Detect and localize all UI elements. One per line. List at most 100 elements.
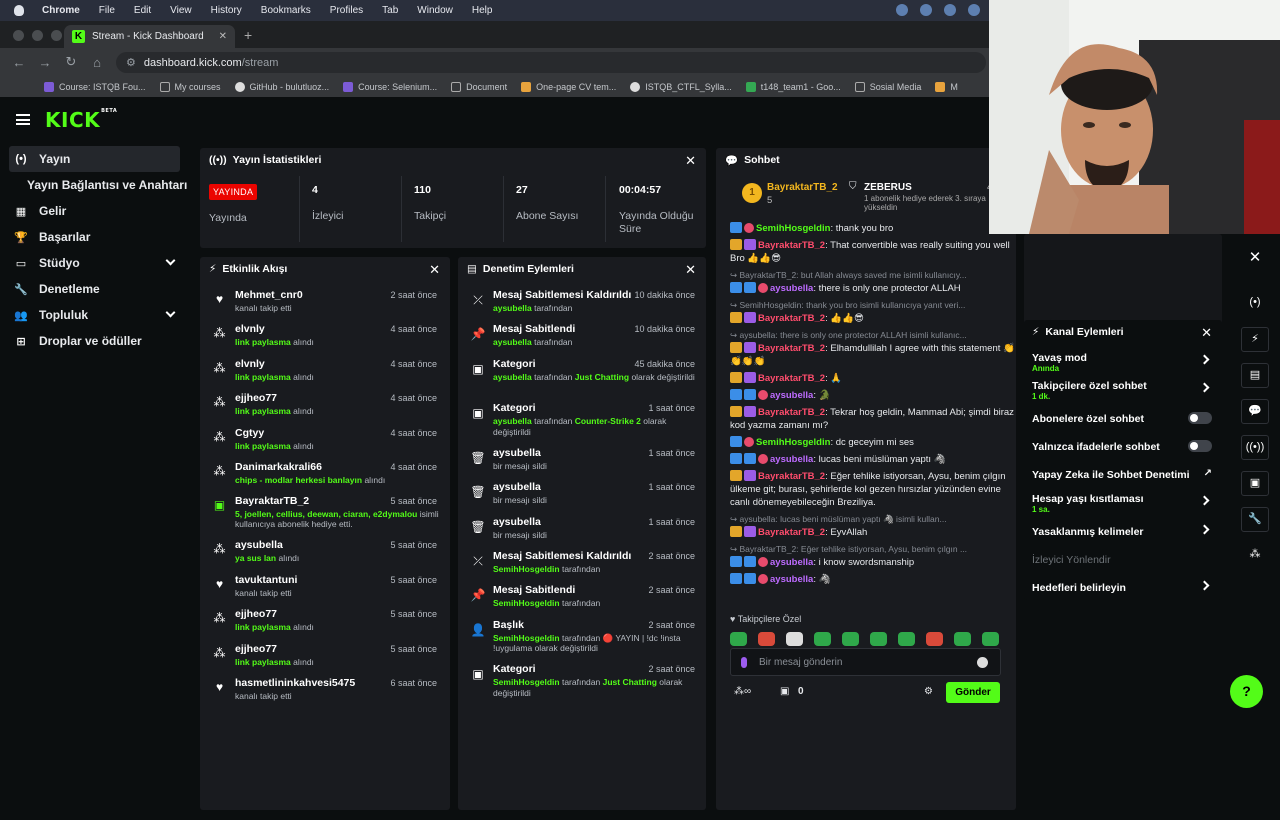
menu-chrome[interactable]: Chrome — [42, 5, 80, 16]
banned-words[interactable]: Yasaklanmış kelimeler — [1024, 518, 1222, 546]
close-icon[interactable]: ✕ — [1201, 325, 1212, 341]
slow-mode[interactable]: Yavaş mod Anında — [1024, 348, 1222, 376]
chat-message[interactable]: BayraktarTB_2: Eğer tehlike istiyorsan, … — [730, 470, 1016, 509]
chat-message[interactable]: aysubella: 🐊 — [730, 389, 1016, 402]
apple-icon[interactable] — [14, 5, 24, 16]
chat-username[interactable]: BayraktarTB_2 — [758, 471, 825, 482]
maximize-window-icon[interactable] — [51, 30, 62, 41]
activity-row[interactable]: ⁂ Cgtyy 4 saat önce link paylasma alındı — [200, 423, 450, 457]
menu-tab[interactable]: Tab — [382, 5, 398, 16]
menu-history[interactable]: History — [211, 5, 242, 16]
home-icon[interactable]: ⌂ — [90, 55, 104, 70]
mic-icon[interactable] — [741, 656, 747, 668]
sidebar-item-stream-key[interactable]: Yayın Bağlantısı ve Anahtarı — [0, 172, 190, 198]
menu-window[interactable]: Window — [417, 5, 453, 16]
moderation-row[interactable]: ⤫ Mesaj Sabitlemesi Kaldırıldı 2 saat önce… — [458, 546, 706, 580]
set-goals[interactable]: Hedefleri belirleyin — [1024, 574, 1222, 600]
wrench-icon[interactable]: 🔧 — [1241, 507, 1269, 532]
moderation-row[interactable]: ▣ Kategori 2 saat önce SemihHosgeldin taraf… — [458, 659, 706, 704]
new-tab-icon[interactable]: + — [244, 27, 252, 43]
menu-file[interactable]: File — [99, 5, 115, 16]
menu-icon[interactable] — [16, 114, 30, 125]
bookmark-item[interactable]: One-page CV tem... — [521, 81, 616, 92]
activity-row[interactable]: ♥ hasmetlininkahvesi5475 6 saat önce kanalı… — [200, 673, 450, 707]
bookmark-item[interactable]: Sosial Media — [854, 81, 921, 92]
kick-logo[interactable]: KICKBETA — [45, 108, 117, 132]
emote[interactable] — [730, 632, 747, 646]
chat-username[interactable]: BayraktarTB_2 — [758, 527, 825, 538]
reload-icon[interactable]: ↻ — [64, 54, 78, 70]
chat-message[interactable]: BayraktarTB_2: 👍👍😎 — [730, 312, 1016, 325]
menu-edit[interactable]: Edit — [134, 5, 151, 16]
chat-username[interactable]: SemihHosgeldin — [756, 223, 830, 234]
chat-message[interactable]: BayraktarTB_2: EyvAllah — [730, 526, 1016, 539]
emote[interactable] — [758, 632, 775, 646]
chat-icon[interactable]: 💬 — [1241, 399, 1269, 424]
activity-row[interactable]: ⁂ aysubella 5 saat önce ya sus lan alındı — [200, 535, 450, 569]
activity-row[interactable]: ⁂ ejjheo77 5 saat önce link paylasma alındı — [200, 639, 450, 673]
moderation-row[interactable]: ⤫ Mesaj Sabitlemesi Kaldırıldı 10 dakika ö… — [458, 285, 706, 319]
close-icon[interactable]: ✕ — [429, 262, 440, 278]
minimize-window-icon[interactable] — [32, 30, 43, 41]
chat-input[interactable]: Bir mesaj gönderin — [730, 648, 1001, 676]
points-icon[interactable]: ⁂∞ — [734, 686, 751, 697]
moderation-row[interactable]: ▣ Kategori 1 saat önce aysubella tarafından… — [458, 398, 706, 443]
bookmark-item[interactable]: My courses — [159, 81, 221, 92]
emoji-icon[interactable] — [977, 657, 988, 668]
gift-icon[interactable]: ▣ — [780, 686, 789, 697]
ai-moderation[interactable]: Yapay Zeka ile Sohbet Denetimi ↗ — [1024, 461, 1222, 489]
bookmark-item[interactable]: ISTQB_CTFL_Sylla... — [630, 81, 732, 92]
moderation-row[interactable]: 🗑 aysubella 1 saat önce bir mesajı sildi — [458, 512, 706, 546]
broadcast-icon[interactable]: (•) — [1241, 291, 1269, 316]
emote[interactable] — [814, 632, 831, 646]
chat-username[interactable]: aysubella — [770, 574, 813, 585]
chat-message[interactable]: BayraktarTB_2: That convertible was real… — [730, 239, 1016, 265]
help-button[interactable]: ? — [1230, 675, 1263, 708]
chat-username[interactable]: BayraktarTB_2 — [758, 313, 825, 324]
chat-username[interactable]: BayraktarTB_2 — [758, 373, 825, 384]
close-tab-icon[interactable]: ✕ — [219, 31, 227, 42]
category-icon[interactable]: ▣ — [1241, 471, 1269, 496]
menu-profiles[interactable]: Profiles — [330, 5, 363, 16]
chat-message[interactable]: aysubella: i know swordsmanship — [730, 556, 1016, 569]
activity-row[interactable]: ⁂ Danimarkakrali66 4 saat önce chips - modl… — [200, 457, 450, 491]
chat-username[interactable]: SemihHosgeldin — [756, 437, 830, 448]
chat-message[interactable]: aysubella: there is only one protector A… — [730, 282, 1016, 295]
toggle[interactable] — [1188, 439, 1212, 452]
tray-icon[interactable] — [944, 4, 956, 16]
emote[interactable] — [786, 632, 803, 646]
site-settings-icon[interactable]: ⚙ — [126, 56, 136, 69]
menu-bookmarks[interactable]: Bookmarks — [261, 5, 311, 16]
moderation-row[interactable]: 👤 Başlık 2 saat önce SemihHosgeldin tarafın… — [458, 615, 706, 660]
emote[interactable] — [982, 632, 999, 646]
moderation-row[interactable]: 🗑 aysubella 1 saat önce bir mesajı sildi — [458, 477, 706, 511]
emote[interactable] — [842, 632, 859, 646]
subscribers-only-chat[interactable]: Abonelere özel sohbet — [1024, 405, 1222, 433]
moderation-row[interactable]: 📌 Mesaj Sabitlendi 10 dakika önce aysubella… — [458, 319, 706, 353]
close-icon[interactable]: ✕ — [1241, 246, 1269, 271]
address-bar[interactable]: ⚙ dashboard.kick.com/stream — [116, 52, 986, 73]
chat-message[interactable]: BayraktarTB_2: 🙏 — [730, 372, 1016, 385]
bookmark-item[interactable]: M — [935, 81, 958, 92]
leader-2-name[interactable]: ZEBERUS — [864, 182, 912, 193]
sidebar-item-yayin[interactable]: (•) Yayın — [9, 146, 180, 172]
sidebar-item-droplar[interactable]: ⊞ Droplar ve ödüller — [0, 328, 190, 354]
activity-row[interactable]: ⁂ ejjheo77 5 saat önce link paylasma alındı — [200, 604, 450, 638]
bookmark-item[interactable]: Document — [451, 81, 507, 92]
activity-row[interactable]: ▣ BayraktarTB_2 5 saat önce 5, joellen, cel… — [200, 491, 450, 535]
moderation-row[interactable]: 📌 Mesaj Sabitlendi 2 saat önce SemihHosgeld… — [458, 580, 706, 614]
sidebar-item-basarilar[interactable]: 🏆 Başarılar — [0, 224, 190, 250]
chat-message[interactable]: SemihHosgeldin: thank you bro — [730, 222, 1016, 235]
chat-message[interactable]: aysubella: 🦓 — [730, 573, 1016, 586]
chat-username[interactable]: BayraktarTB_2 — [758, 407, 825, 418]
sidebar-item-studyo[interactable]: ▭ Stüdyo — [0, 250, 190, 276]
moderation-row[interactable]: 🗑 aysubella 1 saat önce bir mesajı sildi — [458, 443, 706, 477]
followers-only-chat[interactable]: Takipçilere özel sohbet 1 dk. — [1024, 376, 1222, 404]
chat-username[interactable]: aysubella — [770, 283, 813, 294]
activity-row[interactable]: ⁂ ejjheo77 4 saat önce link paylasma alındı — [200, 388, 450, 422]
sidebar-item-topluluk[interactable]: 👥 Topluluk — [0, 302, 190, 328]
send-button[interactable]: Gönder — [946, 682, 1000, 703]
emote[interactable] — [898, 632, 915, 646]
close-window-icon[interactable] — [13, 30, 24, 41]
community-icon[interactable]: ⁂ — [1241, 543, 1269, 568]
